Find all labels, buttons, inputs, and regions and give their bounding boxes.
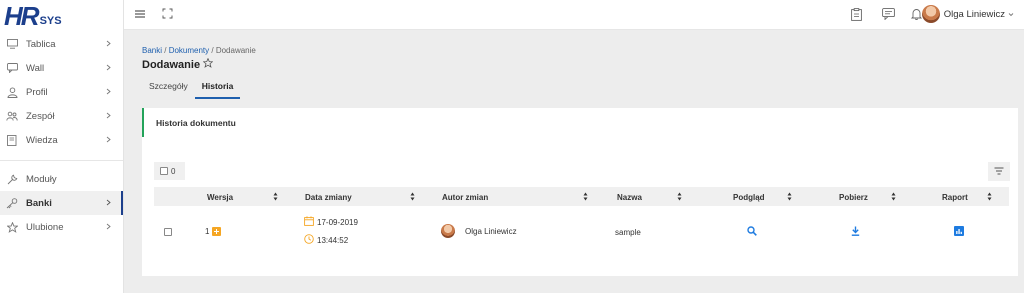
page-title: Dodawanie: [142, 57, 214, 71]
avatar: [921, 5, 940, 23]
sidebar-item-label: Moduły: [26, 173, 57, 185]
breadcrumb-link-banki[interactable]: Banki: [142, 46, 162, 55]
topbar: Olga Liniewicz: [124, 0, 1024, 30]
chevron-right-icon: [106, 111, 111, 122]
breadcrumb: Banki / Dokumenty / Dodawanie: [142, 46, 256, 55]
favorite-star-icon[interactable]: [202, 57, 214, 71]
star-icon: [6, 221, 18, 233]
version-cell: 1: [205, 227, 222, 237]
author-cell: Olga Liniewicz: [441, 224, 517, 238]
sidebar-item-tablica[interactable]: Tablica: [0, 32, 123, 56]
column-header-raport[interactable]: Raport: [942, 193, 968, 202]
tab-szczegoly[interactable]: Szczegóły: [142, 78, 195, 99]
sort-icon[interactable]: [987, 192, 992, 203]
date-cell: 17-09-2019: [304, 216, 358, 228]
download-icon[interactable]: [851, 226, 860, 238]
chevron-right-icon: [106, 39, 111, 50]
avatar: [441, 224, 455, 238]
messages-icon[interactable]: [882, 8, 895, 22]
sidebar-item-label: Banki: [26, 197, 52, 209]
chevron-down-icon: [1008, 9, 1014, 20]
change-date: 17-09-2019: [317, 217, 358, 227]
preview-search-icon[interactable]: [747, 226, 757, 238]
chevron-right-icon: [106, 135, 111, 146]
page-title-text: Dodawanie: [142, 58, 201, 71]
team-icon: [6, 110, 18, 122]
report-chart-icon[interactable]: [954, 226, 964, 238]
book-icon: [6, 134, 18, 146]
chevron-right-icon: [106, 87, 111, 98]
user-name: Olga Liniewicz: [943, 8, 1005, 20]
add-version-icon[interactable]: [212, 227, 222, 237]
sidebar-item-label: Profil: [26, 86, 48, 98]
clipboard-icon[interactable]: [851, 8, 862, 23]
version-number: 1: [205, 227, 210, 236]
sidebar-item-wiedza[interactable]: Wiedza: [0, 128, 123, 152]
author-name: Olga Liniewicz: [465, 226, 517, 236]
sidebar-item-label: Ulubione: [26, 221, 64, 233]
breadcrumb-separator: /: [162, 46, 169, 55]
sort-icon[interactable]: [787, 192, 792, 203]
bell-icon[interactable]: [910, 8, 923, 22]
clock-icon: [304, 234, 314, 246]
sidebar-item-label: Zespół: [26, 110, 55, 122]
sidebar-item-profil[interactable]: Profil: [0, 80, 123, 104]
sidebar-item-moduly[interactable]: Moduły: [0, 167, 123, 191]
sidebar-item-label: Wiedza: [26, 134, 58, 146]
breadcrumb-current: Dodawanie: [215, 46, 256, 55]
filter-button[interactable]: [988, 162, 1010, 181]
sidebar-item-label: Wall: [26, 62, 45, 74]
logo-main: HR: [4, 1, 40, 31]
user-icon: [6, 86, 18, 98]
table-row: 1 17-09-2019 13:44:52 Olga Liniewicz sam…: [154, 207, 1009, 258]
chat-icon: [6, 62, 18, 74]
chevron-right-icon: [106, 222, 111, 233]
sidebar-item-label: Tablica: [26, 38, 56, 50]
sort-icon[interactable]: [273, 192, 278, 203]
logo-sub: SYS: [39, 15, 62, 27]
table-header: Wersja Data zmiany Autor zmian Nazwa Pod…: [154, 187, 1009, 206]
sort-icon[interactable]: [410, 192, 415, 203]
history-card: Historia dokumentu 0 Wersja Data zmiany …: [142, 108, 1018, 276]
wrench-icon: [6, 173, 18, 185]
column-header-pobierz[interactable]: Pobierz: [839, 193, 868, 202]
hamburger-menu-icon[interactable]: [134, 8, 146, 22]
sort-icon[interactable]: [583, 192, 588, 203]
change-time: 13:44:52: [317, 235, 349, 245]
sidebar-item-wall[interactable]: Wall: [0, 56, 123, 80]
calendar-icon: [304, 216, 314, 228]
user-menu[interactable]: Olga Liniewicz: [921, 5, 1014, 23]
select-all-checkbox[interactable]: [160, 167, 168, 175]
sort-icon[interactable]: [891, 192, 896, 203]
document-name: sample: [615, 228, 641, 237]
sidebar: HR SYS Tablica Wall Profil Zespół Wiedza: [0, 0, 124, 293]
sidebar-item-banki[interactable]: Banki: [0, 191, 123, 215]
fullscreen-icon[interactable]: [162, 8, 173, 21]
sidebar-item-ulubione[interactable]: Ulubione: [0, 215, 123, 239]
selected-count: 0: [171, 166, 176, 176]
tab-historia[interactable]: Historia: [194, 78, 241, 99]
column-header-autor-zmian[interactable]: Autor zmian: [442, 193, 488, 202]
row-checkbox[interactable]: [164, 228, 172, 236]
hrsys-logo[interactable]: HR SYS: [0, 0, 123, 32]
monitor-icon: [6, 38, 18, 50]
chevron-right-icon: [106, 63, 111, 74]
sort-icon[interactable]: [677, 192, 682, 203]
tabs: Szczegóły Historia: [142, 78, 241, 99]
key-icon: [6, 197, 18, 209]
column-header-nazwa[interactable]: Nazwa: [617, 193, 642, 202]
select-all-control[interactable]: 0: [154, 162, 185, 180]
card-title: Historia dokumentu: [142, 108, 1018, 137]
sidebar-item-zespol[interactable]: Zespół: [0, 104, 123, 128]
column-header-data-zmiany[interactable]: Data zmiany: [305, 193, 352, 202]
chevron-right-icon: [106, 198, 111, 209]
breadcrumb-link-dokumenty[interactable]: Dokumenty: [169, 46, 209, 55]
time-cell: 13:44:52: [304, 234, 348, 246]
column-header-podglad[interactable]: Podgląd: [733, 193, 765, 202]
sidebar-divider: [0, 160, 123, 161]
column-header-wersja[interactable]: Wersja: [207, 193, 233, 202]
breadcrumb-separator: /: [209, 46, 216, 55]
filter-icon: [994, 167, 1004, 177]
